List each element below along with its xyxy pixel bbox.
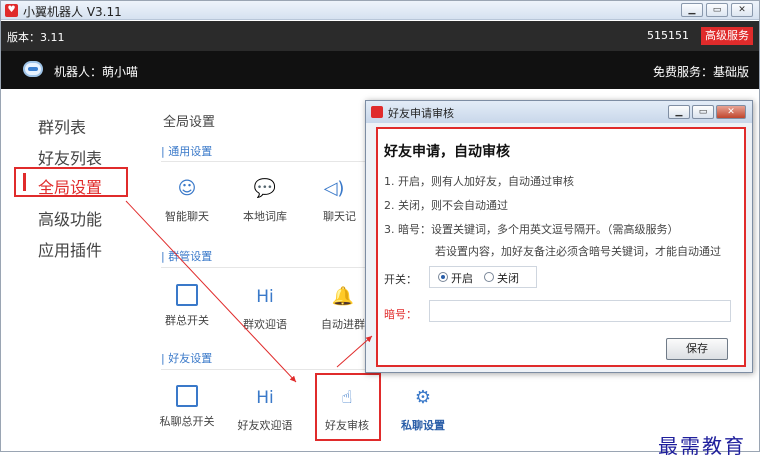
app-logo-icon — [371, 106, 383, 118]
dialog-maximize-button[interactable]: ▭ — [692, 105, 714, 119]
version-bar: 版本：3.11 515151 高级服务 — [1, 21, 759, 51]
section-friend-label: | 好友设置 — [161, 352, 213, 365]
section-group-label: | 群管设置 — [161, 250, 213, 263]
tile-label: 群欢迎语 — [243, 318, 287, 331]
tile-label: 私聊总开关 — [159, 415, 215, 428]
sidebar-item-friend-list[interactable]: 好友列表 — [38, 145, 102, 169]
main-window: ♥ 小翼机器人 V3.11 ▁ ▭ ✕ 版本：3.11 515151 高级服务 … — [0, 0, 760, 452]
user-id: 515151 — [647, 29, 689, 42]
robot-avatar-icon — [23, 61, 43, 77]
page-title: 全局设置 — [163, 115, 216, 130]
rule-line-4: 若设置内容，加好友备注必须含暗号关键词，才能自动通过 — [435, 245, 721, 258]
radio-on-label[interactable]: 开启 — [451, 270, 473, 286]
minimize-button[interactable]: ▁ — [681, 3, 703, 17]
tile-label: 群总开关 — [165, 314, 209, 327]
friend-review-highlight — [315, 373, 381, 441]
radio-off-label[interactable]: 关闭 — [497, 270, 519, 286]
dialog-minimize-button[interactable]: ▁ — [668, 105, 690, 119]
bell-icon: 🔔 — [331, 286, 355, 307]
tile-private-switch[interactable]: 私聊总开关 — [157, 385, 217, 429]
sidebar-active-bar — [23, 173, 26, 191]
tile-friend-welcome[interactable]: Hi 好友欢迎语 — [235, 385, 295, 433]
tile-group-welcome[interactable]: Hi 群欢迎语 — [235, 284, 295, 332]
section-divider — [161, 369, 371, 370]
dialog-close-button[interactable]: ✕ — [716, 105, 746, 119]
hi-icon: Hi — [256, 287, 274, 307]
switch-label: 开关： — [384, 273, 417, 286]
robot-name: 机器人：萌小喵 — [54, 65, 139, 79]
app-logo-icon: ♥ — [5, 4, 18, 17]
dialog-title-bar[interactable]: 好友申请审核 ▁ ▭ ✕ — [366, 101, 752, 123]
chat-bubble-icon: 💬 — [253, 178, 277, 199]
dialog-body: 好友申请，自动审核 1. 开启，则有人加好友，自动通过审核 2. 关闭，则不会自… — [376, 127, 746, 367]
tile-smart-chat[interactable]: ☺ 智能聊天 — [157, 176, 217, 224]
switch-radio-group: 开启 关闭 — [429, 266, 537, 288]
service-tier: 免费服务：基础版 — [652, 65, 749, 79]
tile-chat-records[interactable]: ◁) 聊天记 — [313, 176, 373, 224]
section-divider — [161, 267, 371, 268]
section-divider — [161, 161, 371, 162]
save-button[interactable]: 保存 — [666, 338, 728, 360]
robot-bar: 机器人：萌小喵 免费服务：基础版 — [1, 51, 759, 89]
rule-line-3: 3. 暗号：设置关键词，多个用英文逗号隔开。（需高级服务） — [384, 223, 679, 236]
tile-label: 自动进群 — [321, 318, 365, 331]
tile-label: 好友欢迎语 — [237, 419, 293, 432]
sidebar-item-group-list[interactable]: 群列表 — [38, 114, 86, 138]
friend-review-dialog: 好友申请审核 ▁ ▭ ✕ 好友申请，自动审核 1. 开启，则有人加好友，自动通过… — [365, 100, 753, 373]
close-button[interactable]: ✕ — [731, 3, 753, 17]
tile-local-lexicon[interactable]: 💬 本地词库 — [235, 176, 295, 224]
version-text: 版本：3.11 — [7, 31, 65, 44]
tile-auto-join[interactable]: 🔔 自动进群 — [313, 284, 373, 332]
sidebar-item-global-settings[interactable]: 全局设置 — [38, 174, 102, 198]
tile-group-switch[interactable]: 群总开关 — [157, 284, 217, 328]
rule-line-1: 1. 开启，则有人加好友，自动通过审核 — [384, 175, 574, 188]
rule-line-2: 2. 关闭，则不会自动通过 — [384, 199, 508, 212]
radio-off[interactable] — [484, 272, 494, 282]
title-bar[interactable]: ♥ 小翼机器人 V3.11 ▁ ▭ ✕ — [1, 1, 759, 20]
tile-label: 私聊设置 — [401, 419, 445, 432]
brain-icon: ☺ — [177, 178, 197, 199]
sidebar-item-advanced[interactable]: 高级功能 — [38, 206, 102, 230]
password-input[interactable] — [429, 300, 731, 322]
maximize-button[interactable]: ▭ — [706, 3, 728, 17]
phone-icon — [176, 385, 198, 407]
phone-icon — [176, 284, 198, 306]
tile-label: 智能聊天 — [165, 210, 209, 223]
sidebar-item-plugins[interactable]: 应用插件 — [38, 237, 102, 261]
section-general-label: | 通用设置 — [161, 145, 213, 158]
premium-service-button[interactable]: 高级服务 — [701, 27, 753, 45]
tile-private-settings[interactable]: ⚙ 私聊设置 — [393, 385, 453, 433]
dialog-title: 好友申请审核 — [388, 107, 454, 120]
dialog-heading: 好友申请，自动审核 — [384, 144, 510, 160]
tile-label: 本地词库 — [243, 210, 287, 223]
password-label: 暗号： — [384, 308, 417, 321]
window-title: 小翼机器人 V3.11 — [23, 5, 122, 19]
hi-icon: Hi — [256, 388, 274, 408]
gear-icon: ⚙ — [414, 387, 432, 408]
radio-on[interactable] — [438, 272, 448, 282]
watermark: 最需教育 — [658, 434, 746, 458]
speaker-icon: ◁) — [323, 178, 345, 199]
